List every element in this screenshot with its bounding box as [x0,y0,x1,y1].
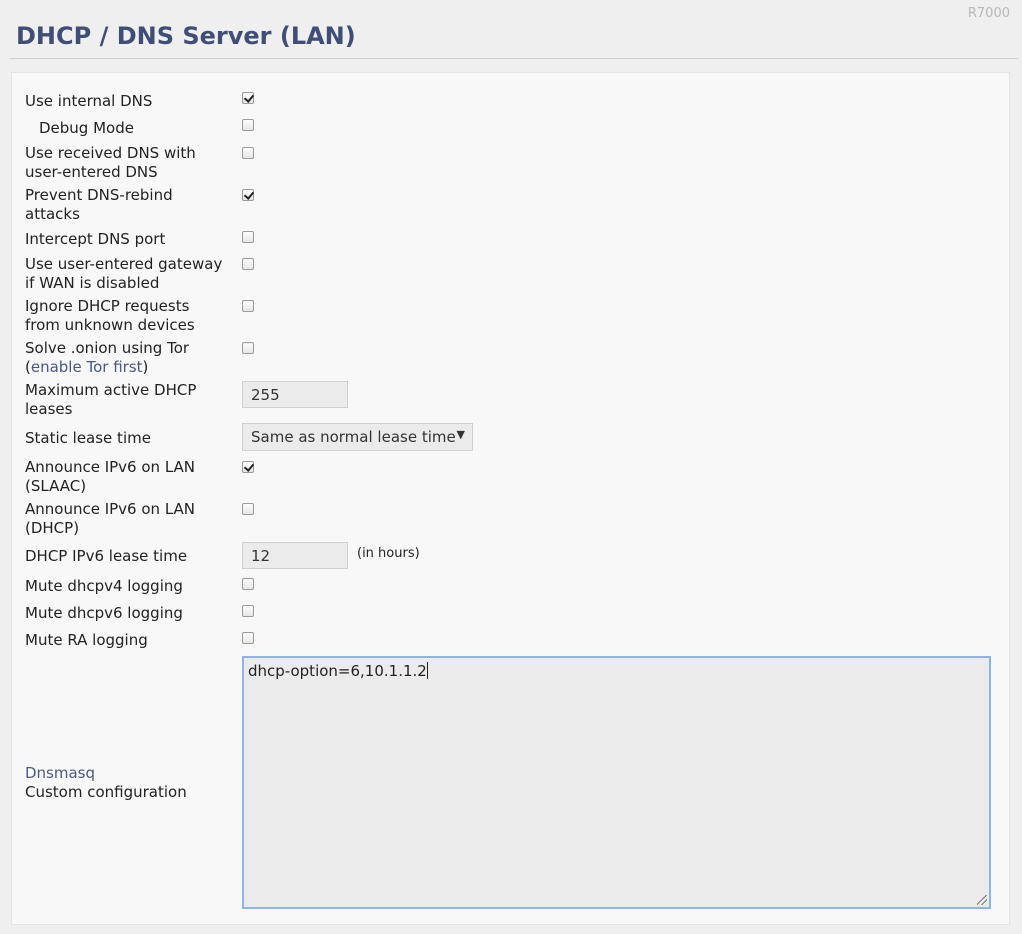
dropdown-arrow-icon: ▼ [456,428,465,441]
use-received-dns-label: Use received DNS with user-entered DNS [25,144,196,181]
mute-v4-checkbox[interactable] [242,578,254,590]
announce-dhcp-label: Announce IPv6 on LAN (DHCP) [25,500,196,537]
title-divider [10,58,1018,59]
announce-slaac-checkbox[interactable] [242,461,254,473]
static-lease-select[interactable]: Same as normal lease time ▼ [242,423,473,451]
enable-tor-link[interactable]: enable Tor first [31,358,143,376]
ipv6-lease-input[interactable]: 12 [242,542,348,569]
custom-config-textarea[interactable]: dhcp-option=6,10.1.1.2 [242,656,991,909]
static-lease-value: Same as normal lease time [251,428,456,446]
solve-onion-text: Solve .onion using Tor [25,339,190,357]
router-model: R7000 [967,6,1010,21]
prevent-rebind-checkbox[interactable] [242,189,254,201]
user-gateway-label: Use user-entered gateway if WAN is disab… [25,255,223,292]
debug-mode-checkbox[interactable] [242,119,254,131]
custom-config-value: dhcp-option=6,10.1.1.2 [248,662,427,680]
ignore-unknown-checkbox[interactable] [242,300,254,312]
use-received-dns-checkbox[interactable] [242,147,254,159]
max-leases-input[interactable]: 255 [242,381,348,408]
announce-slaac-label: Announce IPv6 on LAN (SLAAC) [25,458,196,495]
ipv6-lease-hint: (in hours) [357,546,420,561]
intercept-dns-label: Intercept DNS port [25,230,166,248]
mute-ra-checkbox[interactable] [242,632,254,644]
mute-ra-label: Mute RA logging [25,631,148,649]
mute-v6-label: Mute dhcpv6 logging [25,604,183,622]
user-gateway-checkbox[interactable] [242,258,254,270]
use-internal-dns-checkbox[interactable] [242,92,254,104]
settings-panel: Use internal DNS Debug Mode Use received… [11,72,1010,925]
dnsmasq-link[interactable]: Dnsmasq [25,764,95,782]
announce-dhcp-checkbox[interactable] [242,503,254,515]
ipv6-lease-label: DHCP IPv6 lease time [25,547,188,565]
static-lease-label: Static lease time [25,429,151,447]
solve-onion-checkbox[interactable] [242,342,254,354]
paren-close: ) [142,358,149,376]
prevent-rebind-label: Prevent DNS-rebind attacks [25,186,173,223]
custom-config-text: Custom configuration [25,783,187,801]
ignore-unknown-label: Ignore DHCP requests from unknown device… [25,297,195,334]
resize-grip-icon[interactable] [977,895,987,905]
mute-v6-checkbox[interactable] [242,605,254,617]
max-leases-label: Maximum active DHCP leases [25,381,197,418]
mute-v4-label: Mute dhcpv4 logging [25,577,183,595]
custom-config-label: Dnsmasq Custom configuration [25,764,225,802]
use-internal-dns-label: Use internal DNS [25,92,153,110]
intercept-dns-checkbox[interactable] [242,231,254,243]
page-title: DHCP / DNS Server (LAN) [16,22,356,50]
text-caret [426,662,428,679]
solve-onion-label: Solve .onion using Tor (enable Tor first… [25,339,225,377]
debug-mode-label: Debug Mode [39,119,134,137]
